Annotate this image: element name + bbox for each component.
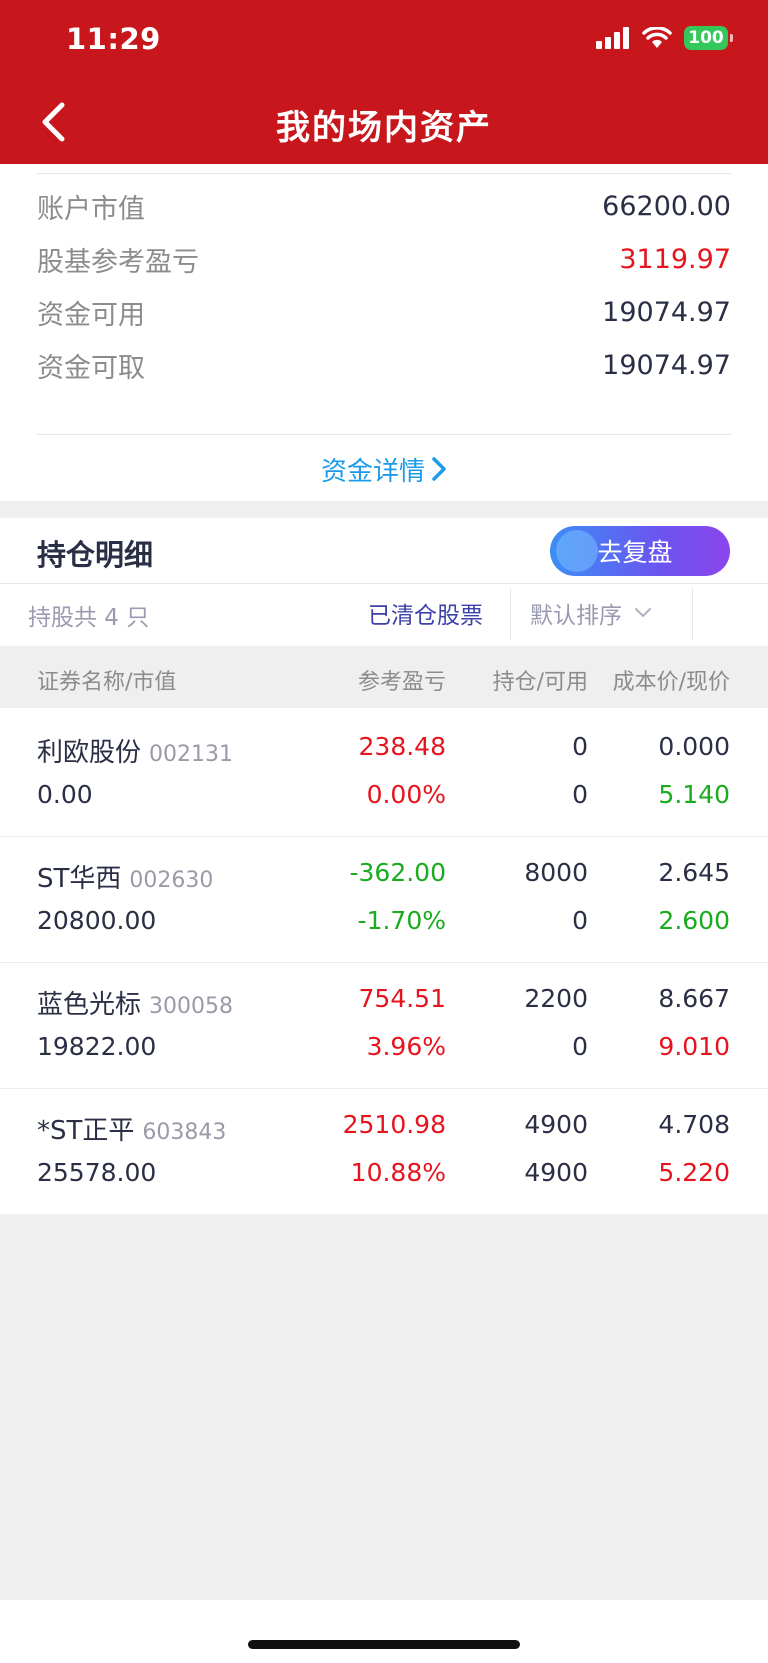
current-price: 5.220 bbox=[658, 1158, 730, 1187]
stock-name: 利欧股份 bbox=[37, 738, 142, 768]
stock-name-cell: 利欧股份 002131 bbox=[37, 732, 233, 769]
summary-value: 19074.97 bbox=[602, 296, 731, 328]
divider bbox=[37, 173, 731, 174]
summary-value: 3119.97 bbox=[619, 243, 731, 275]
cost-price: 0.000 bbox=[658, 732, 730, 761]
summary-row-available-funds: 资金可用 19074.97 bbox=[37, 292, 731, 332]
profit-loss: 238.48 bbox=[358, 732, 446, 761]
table-row[interactable]: 利欧股份 002131 0.00 238.48 0.00% 0 0 0.000 5… bbox=[0, 712, 768, 837]
divider bbox=[692, 588, 693, 640]
holdings-section: 持仓明细 去复盘 持股共 4 只 已清仓股票 默认排序 证券名称/市值 参考盈亏… bbox=[0, 518, 768, 1214]
stock-name: ST华西 bbox=[37, 864, 122, 894]
available-qty: 0 bbox=[572, 906, 588, 935]
stock-name-cell: ST华西 002630 bbox=[37, 858, 213, 895]
summary-label: 账户市值 bbox=[37, 193, 145, 225]
summary-value: 66200.00 bbox=[602, 190, 731, 222]
status-icons: 100 bbox=[596, 26, 733, 50]
divider bbox=[510, 588, 511, 640]
table-row[interactable]: ST华西 002630 20800.00 -362.00 -1.70% 8000 … bbox=[0, 838, 768, 963]
stock-name: 蓝色光标 bbox=[37, 990, 142, 1020]
summary-label: 资金可用 bbox=[37, 299, 145, 331]
stock-name-cell: 蓝色光标 300058 bbox=[37, 984, 233, 1021]
profit-loss-pct: -1.70% bbox=[357, 906, 446, 935]
wifi-icon bbox=[642, 27, 672, 48]
available-qty: 0 bbox=[572, 780, 588, 809]
market-value: 19822.00 bbox=[37, 1032, 157, 1061]
summary-row-profit-loss: 股基参考盈亏 3119.97 bbox=[37, 239, 731, 279]
stock-code: 300058 bbox=[149, 994, 233, 1019]
summary-value: 19074.97 bbox=[602, 349, 731, 381]
market-value: 20800.00 bbox=[37, 906, 157, 935]
position-qty: 4900 bbox=[524, 1110, 588, 1139]
cost-price: 8.667 bbox=[658, 984, 730, 1013]
summary-label: 股基参考盈亏 bbox=[37, 246, 199, 278]
chevron-right-icon bbox=[432, 457, 446, 481]
column-header-position: 持仓/可用 bbox=[492, 670, 588, 695]
current-price: 2.600 bbox=[658, 906, 730, 935]
signal-icon bbox=[596, 27, 629, 49]
bottom-safe-area bbox=[0, 1600, 768, 1663]
table-row[interactable]: 蓝色光标 300058 19822.00 754.51 3.96% 2200 0 … bbox=[0, 964, 768, 1089]
chevron-down-icon bbox=[635, 608, 651, 618]
current-price: 9.010 bbox=[658, 1032, 730, 1061]
cost-price: 2.645 bbox=[658, 858, 730, 887]
fund-details-link[interactable]: 资金详情 bbox=[0, 449, 768, 489]
position-qty: 8000 bbox=[524, 858, 588, 887]
profit-loss-pct: 0.00% bbox=[366, 780, 446, 809]
column-header-price: 成本价/现价 bbox=[612, 670, 730, 695]
stock-name: *ST正平 bbox=[37, 1116, 135, 1146]
divider bbox=[0, 583, 768, 584]
asset-summary: 账户市值 66200.00 股基参考盈亏 3119.97 资金可用 19074.… bbox=[0, 164, 768, 501]
profit-loss: -362.00 bbox=[349, 858, 447, 887]
position-qty: 0 bbox=[572, 732, 588, 761]
stock-name-cell: *ST正平 603843 bbox=[37, 1110, 226, 1147]
holding-count: 持股共 4 只 bbox=[28, 605, 150, 631]
review-button-label: 去复盘 bbox=[597, 538, 673, 567]
profit-loss: 754.51 bbox=[358, 984, 446, 1013]
summary-row-withdrawable-funds: 资金可取 19074.97 bbox=[37, 345, 731, 385]
summary-label: 资金可取 bbox=[37, 352, 145, 384]
position-qty: 2200 bbox=[524, 984, 588, 1013]
profit-loss-pct: 10.88% bbox=[350, 1158, 446, 1187]
stock-code: 603843 bbox=[142, 1120, 227, 1145]
divider bbox=[37, 434, 731, 435]
column-header-name: 证券名称/市值 bbox=[37, 670, 177, 695]
decorative-bubble bbox=[556, 530, 598, 572]
page-title: 我的场内资产 bbox=[276, 108, 492, 148]
market-value: 25578.00 bbox=[37, 1158, 157, 1187]
divider bbox=[0, 962, 768, 963]
status-time: 11:29 bbox=[66, 22, 161, 56]
cleared-stocks-link[interactable]: 已清仓股票 bbox=[368, 596, 483, 630]
battery-icon: 100 bbox=[684, 26, 733, 50]
app-header: 11:29 100 我的场内资产 bbox=[0, 0, 768, 164]
table-row[interactable]: *ST正平 603843 25578.00 2510.98 10.88% 4900… bbox=[0, 1090, 768, 1215]
table-header: 证券名称/市值 参考盈亏 持仓/可用 成本价/现价 bbox=[0, 646, 768, 708]
stock-code: 002131 bbox=[149, 742, 233, 767]
available-qty: 0 bbox=[572, 1032, 588, 1061]
divider bbox=[0, 836, 768, 837]
fund-details-label: 资金详情 bbox=[320, 456, 425, 487]
profit-loss: 2510.98 bbox=[342, 1110, 446, 1139]
available-qty: 4900 bbox=[524, 1158, 588, 1187]
home-indicator[interactable] bbox=[248, 1640, 520, 1649]
summary-row-market-value: 账户市值 66200.00 bbox=[37, 186, 731, 226]
column-header-pl: 参考盈亏 bbox=[357, 670, 446, 695]
stock-code: 002630 bbox=[129, 868, 214, 893]
divider bbox=[0, 1088, 768, 1089]
current-price: 5.140 bbox=[658, 780, 730, 809]
profit-loss-pct: 3.96% bbox=[366, 1032, 446, 1061]
cost-price: 4.708 bbox=[658, 1110, 730, 1139]
review-button[interactable]: 去复盘 bbox=[550, 526, 730, 576]
market-value: 0.00 bbox=[37, 780, 93, 809]
section-title: 持仓明细 bbox=[37, 538, 154, 572]
sort-label: 默认排序 bbox=[530, 603, 622, 629]
sort-dropdown[interactable]: 默认排序 bbox=[530, 596, 652, 630]
